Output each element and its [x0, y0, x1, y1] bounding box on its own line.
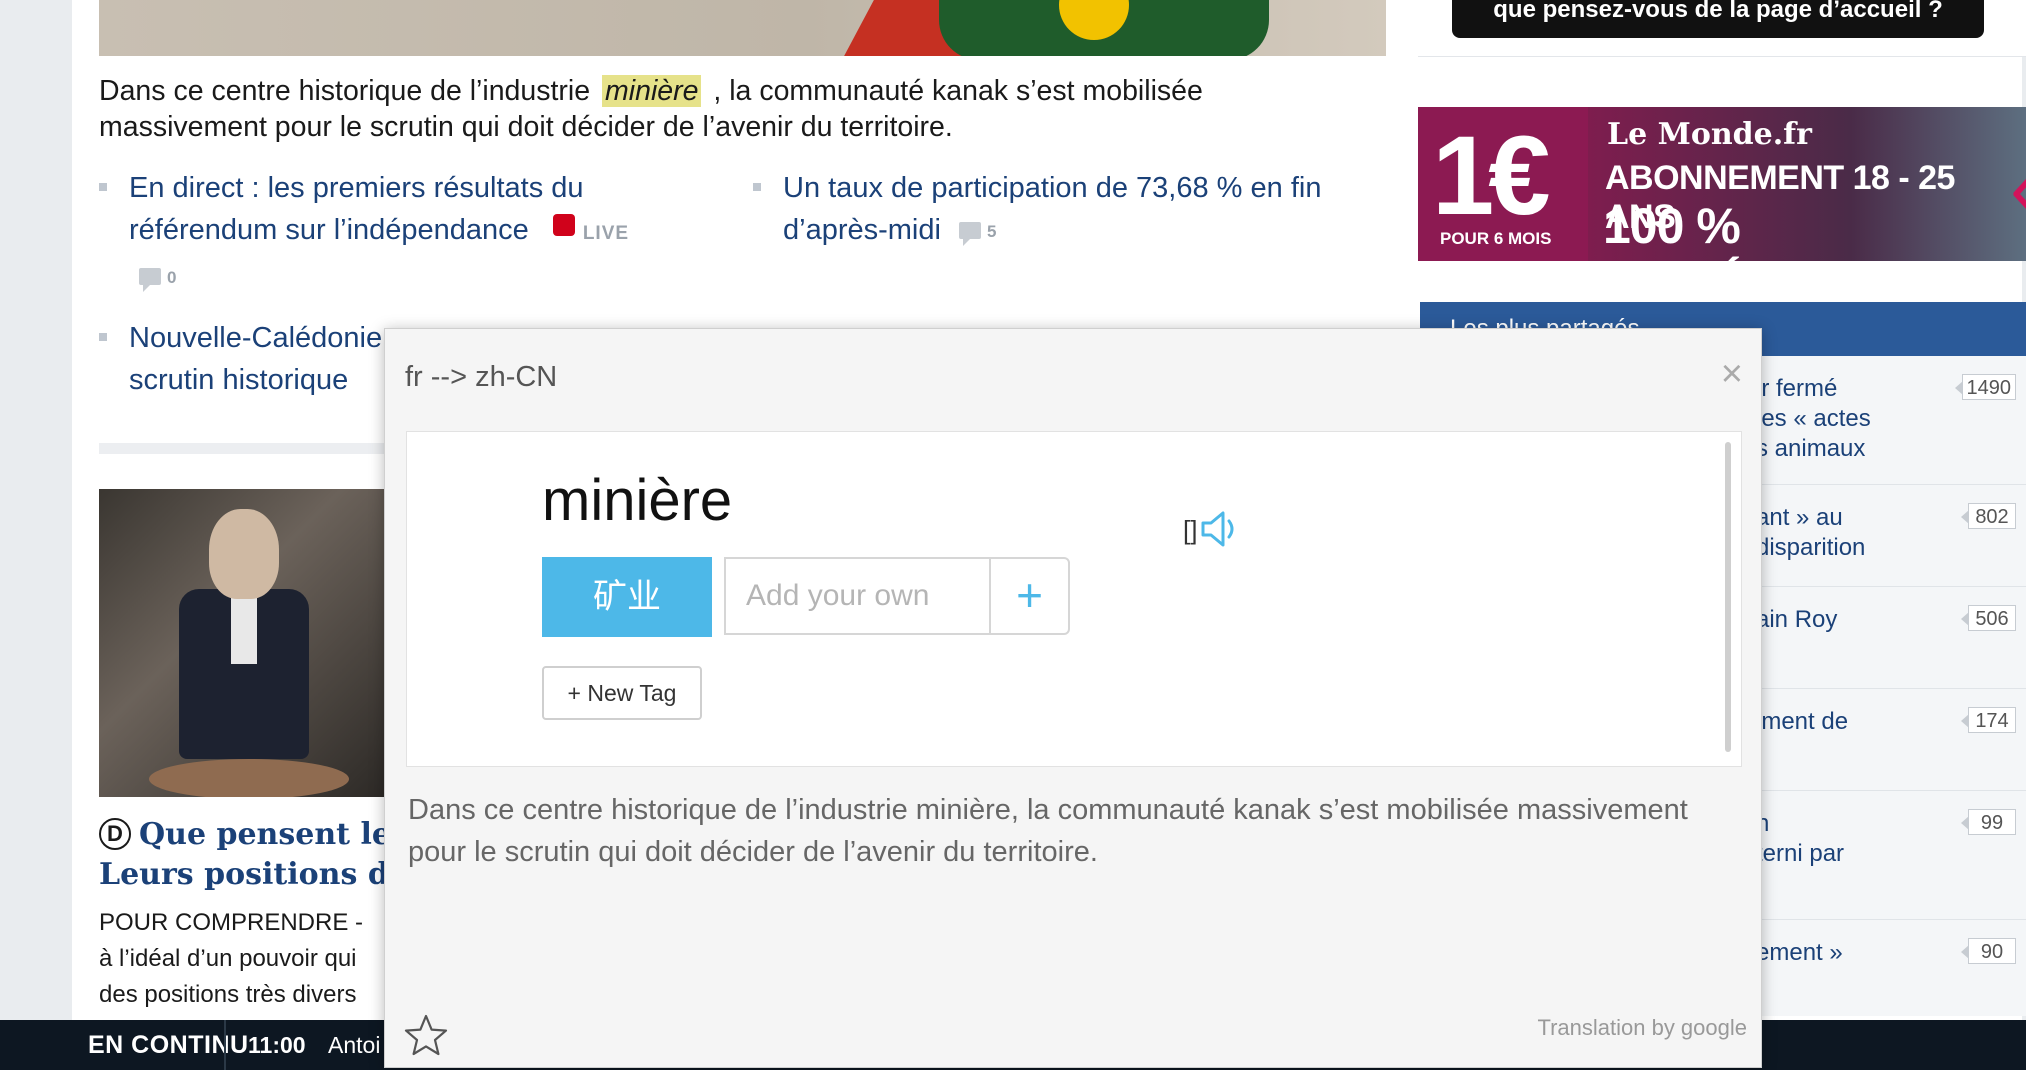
comment-count[interactable]: 0 [167, 268, 176, 287]
story-headline[interactable]: D Que pensent le Leurs positions dé [99, 815, 419, 895]
live-icon [552, 214, 575, 236]
speaker-icon[interactable]: [] [1183, 507, 1243, 551]
ticker-headline[interactable]: Antoi [328, 1020, 380, 1070]
live-badge: LIVE [582, 223, 630, 244]
ad-price: 1€ [1432, 113, 1551, 238]
hero-image[interactable] [99, 0, 1386, 56]
share-count: 802 [1961, 503, 2016, 529]
highlighted-word[interactable]: minière [602, 75, 702, 107]
ad-line2: 100 % NUMÉRIQUE [1603, 198, 1901, 261]
comment-icon [958, 222, 981, 246]
translation-popup: fr --> zh-CN × minière [] 矿业 + + New Tag… [384, 328, 1762, 1068]
share-count: 90 [1961, 938, 2016, 964]
share-count: 1490 [1954, 374, 2016, 400]
article-lead: Dans ce centre historique de l’industrie… [99, 75, 1203, 143]
ad-arrow-icon: ‹ [2010, 142, 2026, 234]
subscription-ad[interactable]: 1€ POUR 6 MOIS Le Monde.fr ABONNEMENT 18… [1418, 107, 2026, 261]
translation-tag[interactable]: 矿业 [542, 557, 712, 637]
ticker-time: 11:00 [248, 1032, 306, 1058]
share-count: 99 [1961, 809, 2016, 835]
add-translation-button[interactable]: + [989, 557, 1070, 635]
language-pair: fr --> zh-CN [405, 361, 558, 393]
story-image[interactable] [99, 489, 399, 797]
close-icon[interactable]: × [1721, 355, 1743, 393]
ad-period: POUR 6 MOIS [1440, 229, 1552, 248]
homepage-feedback-button[interactable]: que pensez-vous de la page d’accueil ? [1452, 0, 1984, 38]
add-own-input[interactable] [724, 557, 989, 635]
story-summary: POUR COMPRENDRE - à l’idéal d’un pouvoir… [99, 909, 364, 1008]
comment-count[interactable]: 5 [987, 222, 996, 241]
ad-brand: Le Monde.fr [1607, 117, 1812, 152]
new-tag-button[interactable]: + New Tag [542, 666, 702, 720]
context-sentence: Dans ce centre historique de l’industrie… [408, 794, 1688, 868]
scrollbar[interactable] [1725, 442, 1731, 752]
source-word: minière [542, 468, 733, 533]
decodeurs-badge-icon: D [99, 818, 131, 850]
translation-card: minière [] 矿业 + + New Tag [406, 431, 1742, 767]
related-link-participation[interactable]: Un taux de participation de 73,68 % en f… [753, 167, 1383, 253]
related-link-live[interactable]: En direct : les premiers résultats du ré… [99, 167, 689, 299]
share-count: 174 [1961, 707, 2016, 733]
share-count: 506 [1961, 605, 2016, 631]
comment-icon [139, 268, 161, 292]
star-icon[interactable] [403, 1013, 449, 1057]
translation-credit: Translation by google [1537, 1015, 1747, 1040]
